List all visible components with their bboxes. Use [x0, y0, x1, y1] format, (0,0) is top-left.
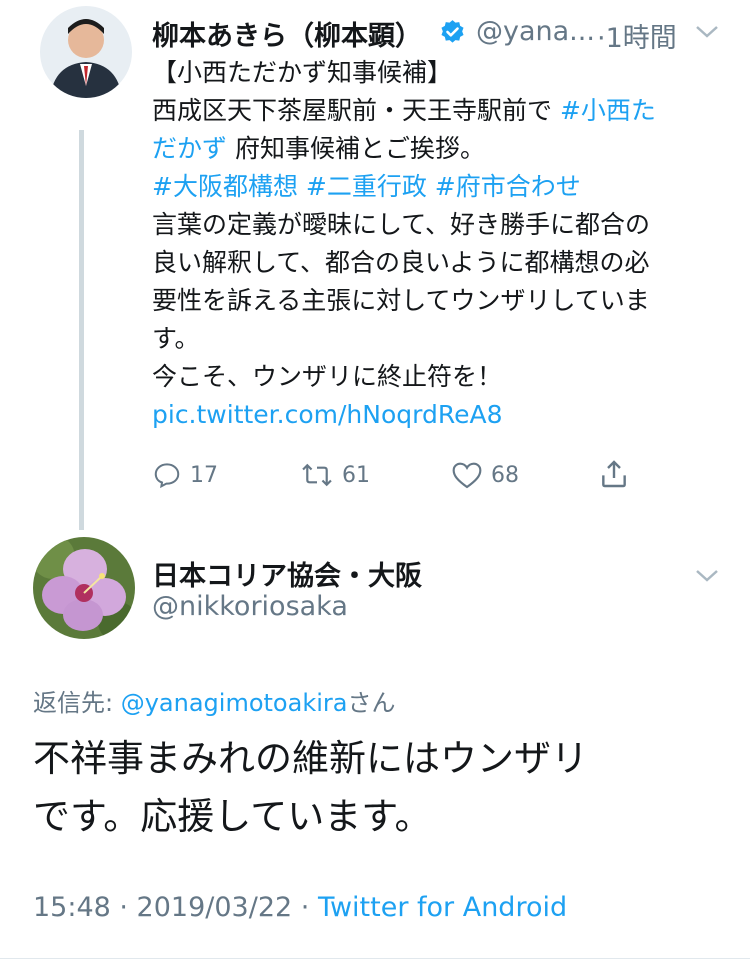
tweet1-line: す。 — [152, 324, 200, 353]
tweet2-handle[interactable]: @nikkoriosaka — [152, 591, 348, 622]
tweet1-author-name[interactable]: 柳本あきら（柳本顕） — [152, 14, 422, 53]
tweet1-time[interactable]: ·1時間 — [597, 16, 677, 55]
tweet1-line: 今こそ、ウンザリに終止符を！ — [152, 362, 503, 391]
thread-line — [79, 130, 84, 530]
tweet2-text: 不祥事まみれの維新にはウンザリ です。応援しています。 — [33, 730, 733, 846]
tweet1-line: 要性を訴える主張に対してウンザリしていま — [152, 286, 650, 315]
divider — [0, 958, 750, 959]
hashtags[interactable]: #大阪都構想 #二重行政 #府市合わせ — [152, 168, 732, 206]
reply-to-handle[interactable]: @yanagimotoakira — [121, 689, 348, 717]
tweet2-source[interactable]: Twitter for Android — [318, 892, 567, 923]
tweet2-line: です。応援しています。 — [33, 795, 432, 838]
tweet1-text-span: 府知事候補とご挨拶。 — [227, 134, 485, 163]
tweet1-line: 西成区天下茶屋駅前・天王寺駅前で #小西た — [152, 92, 732, 130]
retweet-button[interactable]: 61 — [300, 460, 370, 490]
retweet-count: 61 — [342, 462, 370, 488]
tweet1-line: だかず 府知事候補とご挨拶。 — [152, 130, 732, 168]
tweet2-meta: 15:48 · 2019/03/22 · Twitter for Android — [33, 892, 567, 923]
tweet2-timestamp[interactable]: 15:48 · 2019/03/22 · — [33, 892, 318, 923]
like-count: 68 — [491, 462, 519, 488]
tweet1-line: 【小西ただかず知事候補】 — [152, 58, 453, 87]
avatar-tweet1[interactable] — [40, 6, 132, 98]
like-button[interactable]: 68 — [451, 460, 519, 490]
avatar-tweet2[interactable] — [33, 537, 135, 639]
tweet2-author-name[interactable]: 日本コリア協会・大阪 — [152, 554, 422, 593]
reply-button[interactable]: 17 — [152, 460, 218, 490]
tweet1-line: 良い解釈して、都合の良いように都構想の必 — [152, 248, 650, 277]
tweet1-line: 言葉の定義が曖昧にして、好き勝手に都合の — [152, 210, 651, 239]
reply-to-line: 返信先: @yanagimotoakiraさん — [33, 683, 395, 718]
share-icon — [602, 460, 626, 488]
tweet1-text: 【小西ただかず知事候補】 西成区天下茶屋駅前・天王寺駅前で #小西た だかず 府… — [152, 54, 732, 434]
hashtag-link[interactable]: だかず — [152, 134, 227, 163]
reply-icon — [154, 463, 180, 489]
chevron-down-icon[interactable] — [694, 18, 720, 48]
media-link[interactable]: pic.twitter.com/hNoqrdReA8 — [152, 396, 732, 434]
tweet1-text-span: 西成区天下茶屋駅前・天王寺駅前で — [152, 96, 560, 125]
reply-count: 17 — [190, 462, 218, 488]
share-button[interactable] — [598, 458, 630, 490]
reply-to-suffix: さん — [347, 689, 396, 717]
reply-to-label: 返信先: — [33, 689, 121, 717]
hashtag-link[interactable]: #小西た — [560, 96, 656, 125]
chevron-down-icon[interactable] — [694, 562, 720, 592]
heart-icon — [452, 462, 482, 489]
verified-icon — [439, 19, 466, 46]
tweet1-handle[interactable]: @yana... — [476, 16, 595, 47]
tweet2-line: 不祥事まみれの維新にはウンザリ — [33, 737, 588, 780]
retweet-icon — [302, 463, 332, 487]
